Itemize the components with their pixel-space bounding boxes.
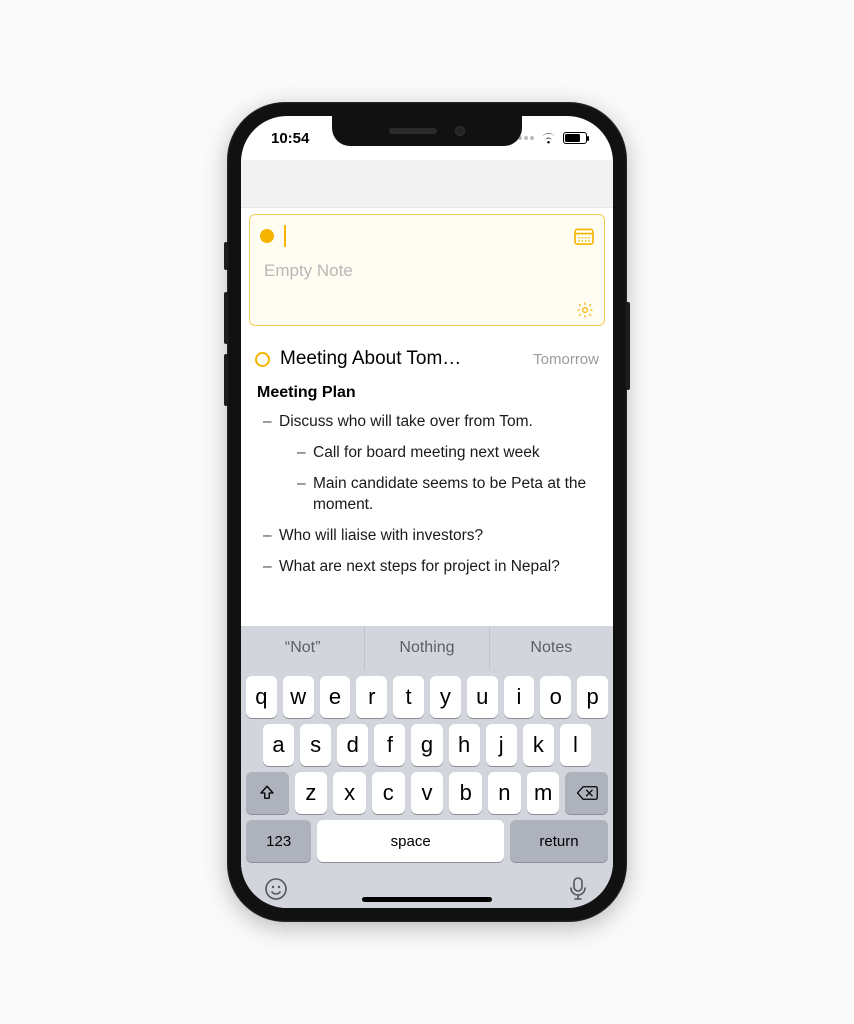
status-icons <box>512 132 587 144</box>
text-cursor <box>284 225 286 247</box>
backspace-icon <box>576 785 598 801</box>
key-z[interactable]: z <box>295 772 328 814</box>
battery-icon <box>563 132 587 144</box>
key-e[interactable]: e <box>320 676 351 718</box>
key-u[interactable]: u <box>467 676 498 718</box>
notch <box>332 116 522 146</box>
power-button <box>626 302 630 390</box>
app-header-bar <box>241 160 613 208</box>
bullet-list: Discuss who will take over from Tom. Cal… <box>255 412 599 578</box>
key-k[interactable]: k <box>523 724 554 766</box>
key-o[interactable]: o <box>540 676 571 718</box>
list-item: Call for board meeting next week <box>313 443 599 464</box>
key-space[interactable]: space <box>317 820 504 862</box>
suggestion-bar: “Not” Nothing Notes <box>241 626 613 670</box>
key-q[interactable]: q <box>246 676 277 718</box>
key-l[interactable]: l <box>560 724 591 766</box>
new-note-card[interactable]: Empty Note <box>249 214 605 326</box>
key-shift[interactable] <box>246 772 289 814</box>
home-indicator[interactable] <box>362 897 492 902</box>
emoji-icon[interactable] <box>263 876 289 902</box>
gear-icon[interactable] <box>576 301 594 319</box>
note-title-row[interactable]: Meeting About Tom… Tomorrow <box>255 348 599 370</box>
key-backspace[interactable] <box>565 772 608 814</box>
section-heading: Meeting Plan <box>257 384 599 402</box>
list-item: What are next steps for project in Nepal… <box>279 557 599 578</box>
suggestion[interactable]: Notes <box>490 626 613 670</box>
key-g[interactable]: g <box>411 724 442 766</box>
calendar-icon[interactable] <box>574 227 594 245</box>
phone-frame: 10:54 Empty Note <box>227 102 627 922</box>
list-item: Discuss who will take over from Tom. Cal… <box>279 412 599 516</box>
key-j[interactable]: j <box>486 724 517 766</box>
note-title: Meeting About Tom… <box>280 348 523 370</box>
key-v[interactable]: v <box>411 772 444 814</box>
microphone-icon[interactable] <box>565 876 591 902</box>
key-f[interactable]: f <box>374 724 405 766</box>
note-date: Tomorrow <box>533 351 599 368</box>
key-a[interactable]: a <box>263 724 294 766</box>
note-bullet-open-icon <box>255 352 270 367</box>
key-r[interactable]: r <box>356 676 387 718</box>
key-c[interactable]: c <box>372 772 405 814</box>
speaker-grille <box>389 128 437 134</box>
suggestion[interactable]: “Not” <box>241 626 365 670</box>
screen: 10:54 Empty Note <box>241 116 613 908</box>
status-time: 10:54 <box>271 130 309 147</box>
key-n[interactable]: n <box>488 772 521 814</box>
key-d[interactable]: d <box>337 724 368 766</box>
key-y[interactable]: y <box>430 676 461 718</box>
key-t[interactable]: t <box>393 676 424 718</box>
mute-switch <box>224 242 228 270</box>
key-m[interactable]: m <box>527 772 560 814</box>
suggestion[interactable]: Nothing <box>365 626 489 670</box>
wifi-icon <box>540 132 557 144</box>
volume-down-button <box>224 354 228 406</box>
volume-up-button <box>224 292 228 344</box>
list-item-text: Discuss who will take over from Tom. <box>279 413 533 430</box>
list-item: Main candidate seems to be Peta at the m… <box>313 474 599 516</box>
key-return[interactable]: return <box>510 820 608 862</box>
key-123[interactable]: 123 <box>246 820 311 862</box>
note-bullet-filled-icon <box>260 229 274 243</box>
front-camera <box>455 126 465 136</box>
keyboard: “Not” Nothing Notes q w e r t y u i o p … <box>241 626 613 908</box>
list-item: Who will liaise with investors? <box>279 526 599 547</box>
key-x[interactable]: x <box>333 772 366 814</box>
key-s[interactable]: s <box>300 724 331 766</box>
key-h[interactable]: h <box>449 724 480 766</box>
key-i[interactable]: i <box>504 676 535 718</box>
shift-icon <box>258 784 276 802</box>
new-note-placeholder: Empty Note <box>264 261 594 281</box>
key-b[interactable]: b <box>449 772 482 814</box>
key-w[interactable]: w <box>283 676 314 718</box>
note-content-area: Meeting About Tom… Tomorrow Meeting Plan… <box>241 336 613 626</box>
key-p[interactable]: p <box>577 676 608 718</box>
